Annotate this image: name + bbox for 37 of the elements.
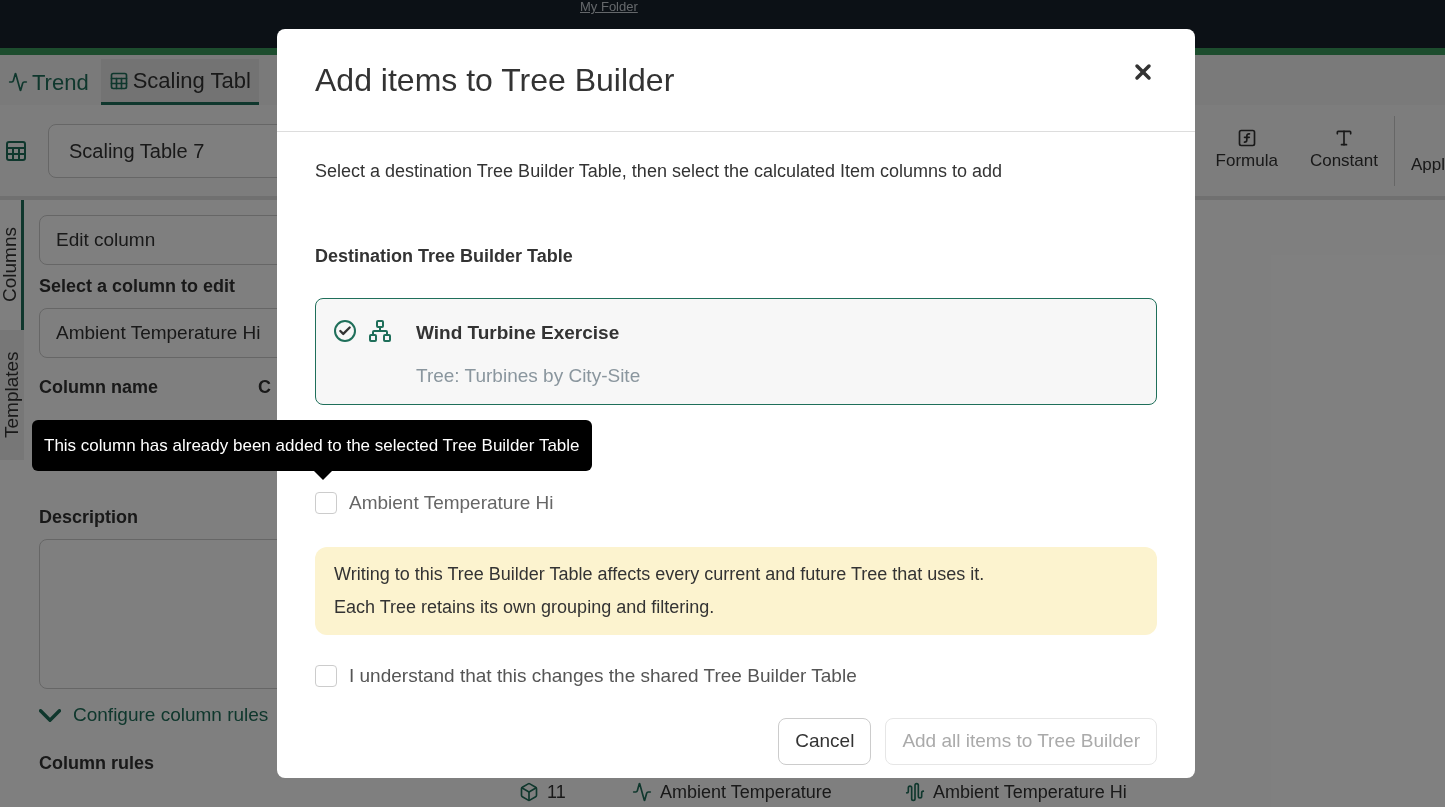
- field-label: Column name: [39, 376, 158, 399]
- checkbox-label: Ambient Temperature Hi: [349, 491, 554, 515]
- cube-icon: [519, 782, 539, 802]
- signal-icon: [632, 782, 652, 802]
- field-label: Select a column to edit: [39, 275, 237, 298]
- field-label: Column rules: [39, 751, 155, 775]
- table-cell-text: Ambient Temperature: [660, 780, 833, 804]
- table-cell-text: 11: [547, 780, 567, 804]
- tool-button[interactable]: Formula: [1199, 115, 1294, 186]
- check-icon: [334, 320, 356, 342]
- checkbox[interactable]: [315, 664, 337, 687]
- checkbox-label: I understand that this changes the shared Tree Builder Table: [349, 663, 857, 688]
- tree-icon: [368, 319, 392, 343]
- tool-button[interactable]: Appl: [1393, 115, 1445, 186]
- warning-text: Each Tree retains its own grouping and filtering.: [334, 595, 716, 619]
- tab[interactable]: Scaling Tabl: [100, 59, 259, 105]
- tooltip-pointer: [314, 471, 332, 480]
- side-tab[interactable]: Columns: [0, 200, 24, 330]
- tab[interactable]: Trend: [0, 59, 97, 105]
- side-tab[interactable]: Templates: [0, 330, 24, 460]
- dialog-title: Add items to Tree Builder: [315, 61, 675, 100]
- chevron-icon: [39, 708, 61, 722]
- configure-link[interactable]: Configure column rules: [73, 701, 269, 730]
- field-label: C: [258, 376, 271, 399]
- tree-name: Tree: Turbines by City-Site: [416, 363, 641, 388]
- function-icon: [1236, 127, 1257, 148]
- trend-icon: [8, 72, 28, 92]
- table-icon: [108, 70, 129, 91]
- waveform-icon: [905, 782, 925, 802]
- warning-text: Writing to this Tree Builder Table affects every current and future Tree that uses it.: [334, 562, 986, 586]
- tooltip: This column has already been added to the selected Tree Builder Table: [32, 420, 592, 471]
- table-icon: [4, 138, 28, 163]
- dialog-button[interactable]: Cancel: [778, 718, 872, 765]
- tool-button[interactable]: Constant: [1293, 115, 1394, 186]
- table-cell-text: Ambient Temperature Hi: [933, 780, 1127, 804]
- checkbox[interactable]: [315, 492, 337, 515]
- table-option[interactable]: Wind Turbine Exercise Tree: Turbines by City-Site: [315, 298, 1157, 405]
